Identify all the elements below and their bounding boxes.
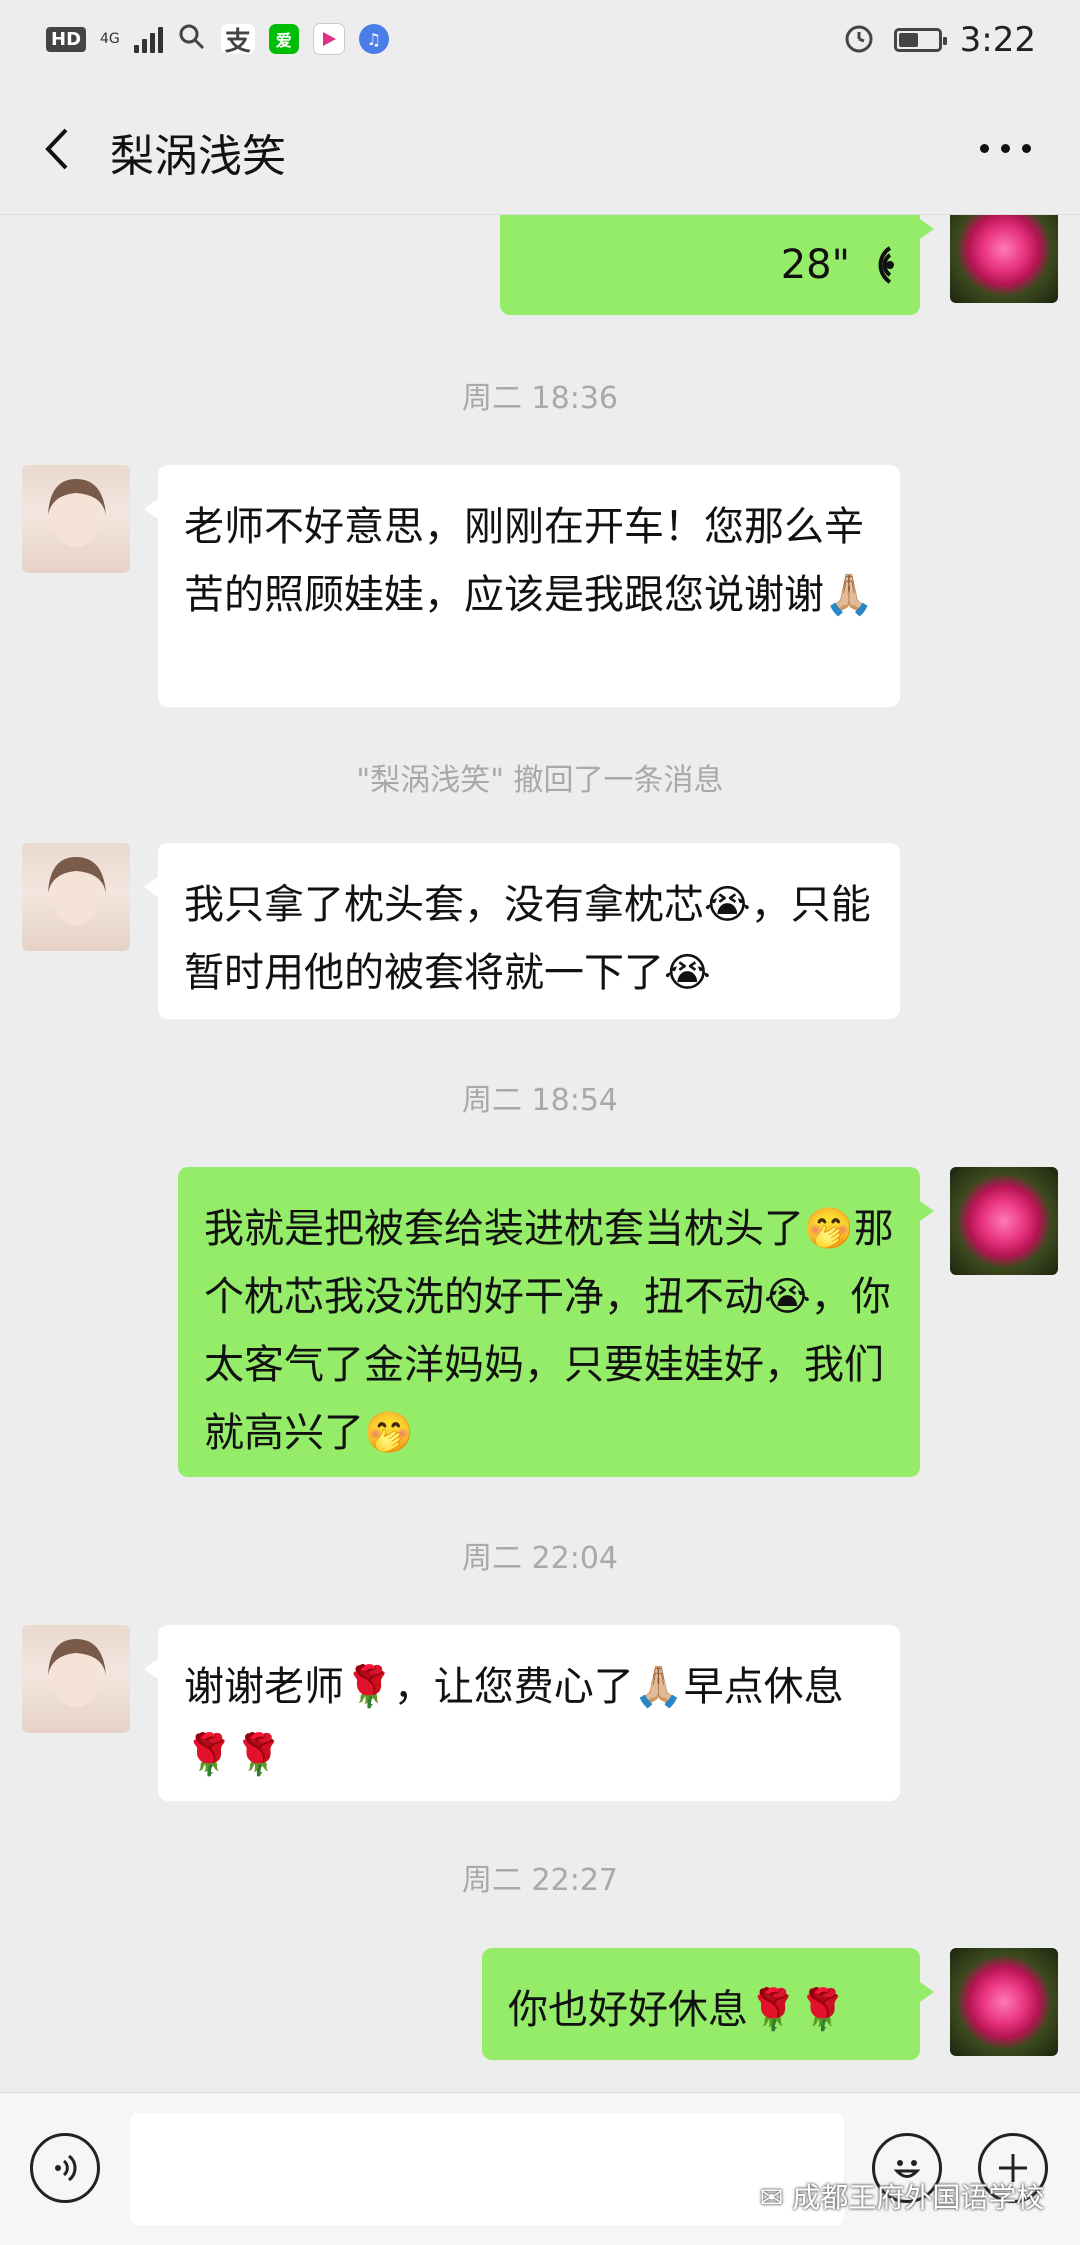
- watermark-text: 成都王府外国语学校: [792, 2181, 1045, 2214]
- incoming-message-bubble[interactable]: 老师不好意思，刚刚在开车！您那么辛苦的照顾娃娃，应该是我跟您说谢谢🙏🏼: [144, 465, 900, 707]
- incoming-message-bubble[interactable]: 我只拿了枕头套，没有拿枕芯😭，只能暂时用他的被套将就一下了😭: [144, 843, 900, 1019]
- voice-input-icon: [55, 2154, 77, 2182]
- outgoing-message-bubble[interactable]: 我就是把被套给装进枕套当枕头了🤭那个枕芯我没洗的好干净，扭不动😭，你太客气了金洋…: [178, 1167, 934, 1477]
- contact-avatar[interactable]: [22, 465, 130, 573]
- status-bar: HD 4G 支 爱 ♫ 3:22: [0, 0, 1080, 84]
- back-button[interactable]: [34, 124, 84, 174]
- alipay-icon: 支: [220, 24, 255, 57]
- hd-indicator: HD: [46, 26, 87, 52]
- incoming-message-bubble[interactable]: 谢谢老师🌹，让您费心了🙏🏼早点休息🌹🌹: [144, 1625, 900, 1801]
- video-app-icon: [312, 23, 345, 55]
- more-dot: [979, 143, 989, 153]
- my-avatar[interactable]: [950, 1948, 1058, 2056]
- more-button[interactable]: [970, 128, 1040, 168]
- message-input[interactable]: [130, 2113, 844, 2225]
- wechat-icon: ✉: [760, 2181, 784, 2214]
- status-time: 3:22: [959, 20, 1036, 60]
- status-left: HD 4G 支 爱 ♫: [46, 22, 389, 57]
- voice-duration: 28": [780, 242, 850, 288]
- outgoing-message-bubble[interactable]: 你也好好休息🌹🌹: [482, 1948, 934, 2060]
- music-icon: ♫: [358, 24, 389, 54]
- timestamp: 周二 18:54: [462, 1083, 618, 1118]
- my-avatar[interactable]: [950, 215, 1058, 303]
- my-avatar[interactable]: [950, 1167, 1058, 1275]
- signal-icon: [133, 25, 163, 53]
- chevron-left-icon: [45, 128, 68, 170]
- voice-message-content: 28": [526, 231, 896, 299]
- timestamp: 周二 18:36: [462, 381, 618, 416]
- search-icon: [177, 22, 207, 56]
- alarm-icon: [842, 21, 876, 59]
- chat-title: 梨涡浅笑: [110, 131, 286, 182]
- iqiyi-icon: 爱: [268, 24, 299, 54]
- more-dot: [1000, 143, 1010, 153]
- contact-avatar[interactable]: [22, 843, 130, 951]
- chat-header: 梨涡浅笑: [0, 84, 1080, 215]
- watermark: ✉ 成都王府外国语学校: [760, 2176, 1044, 2216]
- voice-message-bubble[interactable]: 28": [500, 215, 934, 315]
- network-indicator: 4G: [100, 31, 120, 47]
- status-right: 3:22: [842, 20, 1036, 60]
- input-bar: [0, 2092, 1080, 2245]
- message-list[interactable]: 28" 周二 18:36 老师不好意思，刚刚在开车！您那么辛苦的照顾娃娃，应该是…: [0, 215, 1080, 2085]
- system-notice: "梨涡浅笑" 撤回了一条消息: [356, 763, 724, 798]
- voice-wave-icon: [878, 246, 894, 284]
- timestamp: 周二 22:27: [462, 1863, 618, 1898]
- more-dot: [1021, 143, 1031, 153]
- voice-input-button[interactable]: [30, 2133, 100, 2203]
- timestamp: 周二 22:04: [462, 1541, 618, 1576]
- contact-avatar[interactable]: [22, 1625, 130, 1733]
- battery-icon: [893, 28, 947, 52]
